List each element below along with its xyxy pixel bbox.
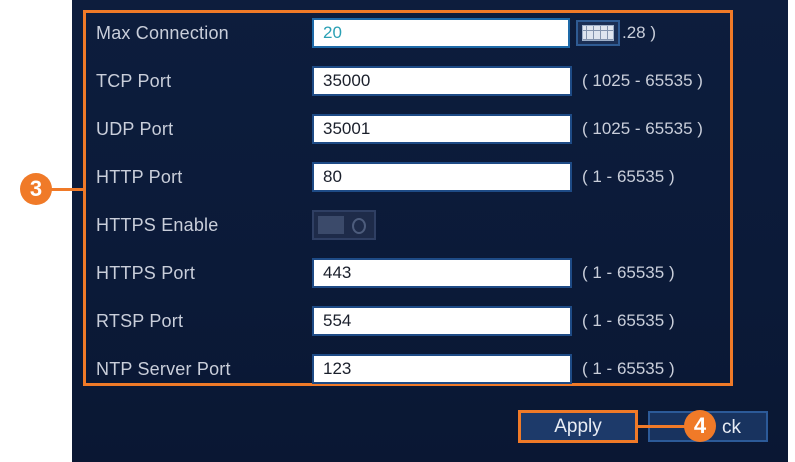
udp-port-input[interactable]: 35001 — [312, 114, 572, 144]
callout-3-leader-line — [50, 188, 84, 191]
max-connection-range: .28 ) — [622, 23, 657, 42]
setting-row-udp-port: UDP Port 35001 ( 1025 - 65535 ) — [0, 109, 795, 149]
toggle-knob — [318, 216, 344, 234]
max-connection-input[interactable]: 20 — [312, 18, 570, 48]
tcp-port-range: ( 1025 - 65535 ) — [582, 71, 703, 90]
rtsp-port-label: RTSP Port — [96, 311, 184, 331]
https-port-label: HTTPS Port — [96, 263, 196, 283]
keyboard-icon — [582, 25, 614, 41]
http-port-range: ( 1 - 65535 ) — [582, 167, 675, 186]
tcp-port-input[interactable]: 35000 — [312, 66, 572, 96]
rtsp-port-range: ( 1 - 65535 ) — [582, 311, 675, 330]
rtsp-port-input[interactable]: 554 — [312, 306, 572, 336]
keyboard-button[interactable] — [576, 20, 620, 46]
setting-row-https-port: HTTPS Port 443 ( 1 - 65535 ) — [0, 253, 795, 293]
https-port-input[interactable]: 443 — [312, 258, 572, 288]
setting-row-tcp-port: TCP Port 35000 ( 1025 - 65535 ) — [0, 61, 795, 101]
toggle-off-icon — [352, 218, 366, 234]
udp-port-range: ( 1025 - 65535 ) — [582, 119, 703, 138]
setting-row-max-connection: Max Connection 20 .28 ) — [0, 13, 795, 53]
setting-row-ntp-server-port: NTP Server Port 123 ( 1 - 65535 ) — [0, 349, 795, 389]
http-port-input[interactable]: 80 — [312, 162, 572, 192]
callout-3-badge: 3 — [20, 173, 52, 205]
https-port-range: ( 1 - 65535 ) — [582, 263, 675, 282]
setting-row-rtsp-port: RTSP Port 554 ( 1 - 65535 ) — [0, 301, 795, 341]
ntp-server-port-range: ( 1 - 65535 ) — [582, 359, 675, 378]
ntp-server-port-label: NTP Server Port — [96, 359, 231, 379]
ntp-server-port-input[interactable]: 123 — [312, 354, 572, 384]
tcp-port-label: TCP Port — [96, 71, 172, 91]
https-enable-label: HTTPS Enable — [96, 215, 219, 235]
apply-button[interactable]: Apply — [518, 410, 638, 443]
setting-row-https-enable: HTTPS Enable — [0, 205, 795, 245]
http-port-label: HTTP Port — [96, 167, 183, 187]
udp-port-label: UDP Port — [96, 119, 174, 139]
https-enable-toggle[interactable] — [312, 210, 376, 240]
max-connection-label: Max Connection — [96, 23, 229, 43]
callout-4-leader-line — [636, 425, 686, 428]
callout-4-badge: 4 — [684, 410, 716, 442]
setting-row-http-port: HTTP Port 80 ( 1 - 65535 ) — [0, 157, 795, 197]
